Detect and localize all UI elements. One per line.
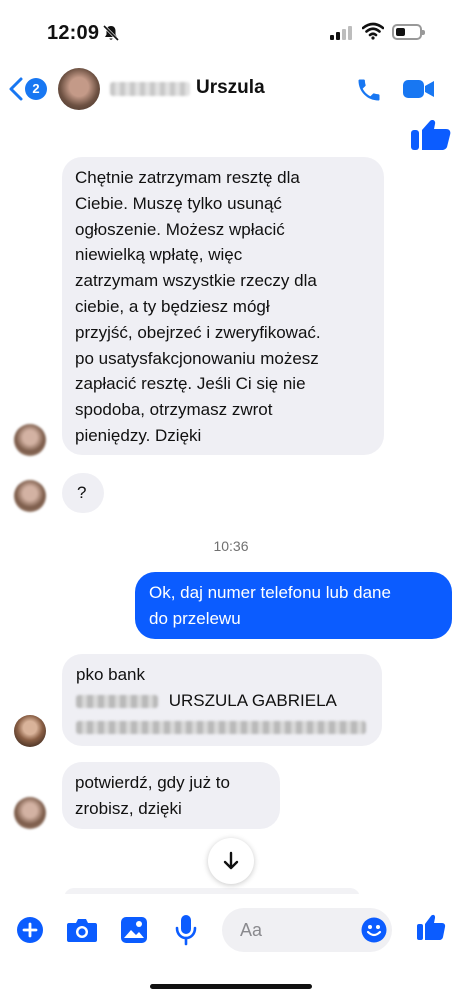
contact-avatar[interactable] xyxy=(58,68,100,110)
bell-slash-icon xyxy=(102,24,120,42)
message-line: pko bank xyxy=(76,665,145,684)
camera-icon[interactable] xyxy=(66,916,98,944)
microphone-icon[interactable] xyxy=(175,914,197,946)
video-camera-icon[interactable] xyxy=(402,78,436,100)
plus-circle-icon[interactable] xyxy=(16,916,44,944)
sender-avatar[interactable] xyxy=(14,480,46,512)
composer-bar: Aa xyxy=(0,896,462,966)
status-time: 12:09 xyxy=(47,22,100,44)
message-line: pieniędzy. Dzięki xyxy=(75,425,202,445)
scroll-to-bottom-button[interactable] xyxy=(208,838,254,884)
message-line: ciebie, a ty będziesz mógł xyxy=(75,296,270,316)
chat-header: 2 Urszula xyxy=(0,62,462,116)
sender-avatar[interactable] xyxy=(14,797,46,829)
message-line xyxy=(76,714,376,740)
incoming-message[interactable]: Chętnie zatrzymam resztę dla Ciebie. Mus… xyxy=(62,157,384,455)
status-bar: 12:09 xyxy=(0,0,462,62)
phone-icon[interactable] xyxy=(355,76,383,104)
message-list[interactable]: Chętnie zatrzymam resztę dla Ciebie. Mus… xyxy=(0,116,462,894)
incoming-message[interactable]: potwierdź, gdy już to zrobisz, dzięki xyxy=(62,762,280,829)
account-holder-name: URSZULA GABRIELA xyxy=(168,690,337,710)
unread-badge[interactable]: 2 xyxy=(25,78,47,100)
message-line: Ok, daj numer telefonu lub dane xyxy=(149,583,391,602)
message-line: Ciebie. Muszę tylko usunąć xyxy=(75,193,282,213)
message-input-placeholder: Aa xyxy=(240,920,263,940)
message-line: zapłacić resztę. Jeśli Ci się nie xyxy=(75,374,306,394)
wifi-icon xyxy=(362,22,384,40)
message-line: niewielką wpłatę, więc xyxy=(75,245,243,265)
sender-avatar[interactable] xyxy=(14,424,46,456)
message-input[interactable]: Aa xyxy=(222,908,392,952)
incoming-message[interactable]: pko bank URSZULA GABRIELA xyxy=(62,654,382,746)
message-line: spodoba, otrzymasz zwrot xyxy=(75,400,273,420)
message-line: Chętnie zatrzymam resztę dla xyxy=(75,168,300,187)
redacted-account-number xyxy=(76,720,366,734)
message-line: po usatysfakcjonowaniu możesz xyxy=(75,348,319,368)
home-indicator[interactable] xyxy=(150,984,312,989)
message-line: URSZULA GABRIELA xyxy=(76,688,376,714)
message-line: ogłoszenie. Możesz wpłacić xyxy=(75,219,285,239)
chevron-left-icon[interactable] xyxy=(8,76,24,102)
battery-icon xyxy=(392,24,425,40)
message-line: zrobisz, dzięki xyxy=(75,798,182,818)
outgoing-message[interactable]: Ok, daj numer telefonu lub dane do przel… xyxy=(135,572,452,639)
message-line: zatrzymam wszystkie rzeczy dla xyxy=(75,271,317,291)
arrow-down-icon xyxy=(223,851,239,870)
sender-avatar[interactable] xyxy=(14,715,46,747)
contact-name[interactable]: Urszula xyxy=(196,77,265,99)
partial-message xyxy=(64,888,360,894)
thumbs-up-icon[interactable] xyxy=(416,912,446,942)
incoming-message[interactable]: ? xyxy=(62,473,104,513)
smiley-icon[interactable] xyxy=(361,917,387,943)
thumbs-up-icon xyxy=(411,120,451,150)
blurred-surname xyxy=(110,82,190,96)
message-text: ? xyxy=(77,483,87,502)
message-line: potwierdź, gdy już to xyxy=(75,773,230,792)
message-line: do przelewu xyxy=(149,608,241,628)
cellular-signal-icon xyxy=(330,26,352,40)
message-line: przyjść, obejrzeć i zweryfikować. xyxy=(75,322,321,342)
redacted-text xyxy=(76,694,158,708)
message-timestamp: 10:36 xyxy=(213,538,249,554)
image-icon[interactable] xyxy=(120,916,148,944)
